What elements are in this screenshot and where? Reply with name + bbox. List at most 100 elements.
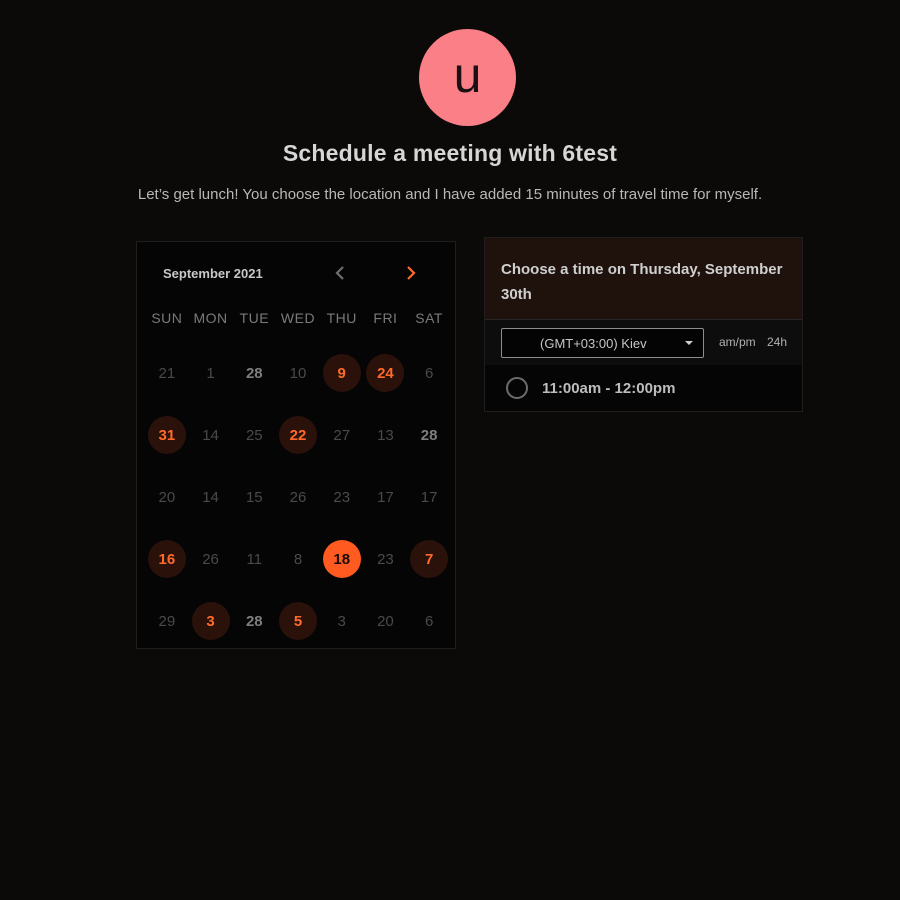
radio-button[interactable] [506,377,528,399]
calendar-day-number: 28 [245,612,263,630]
calendar-day: 28 [407,404,451,466]
calendar-day: 3 [320,590,364,652]
format-24h-toggle[interactable]: 24h [767,335,787,349]
calendar-day-number: 17 [377,488,394,506]
calendar-day-number: 28 [245,364,263,382]
calendar-day-number: 22 [278,416,317,454]
calendar-day-number: 14 [202,426,219,444]
calendar-day-number: 18 [322,540,361,578]
calendar-day-number: 23 [333,488,351,506]
calendar-day-number: 29 [158,612,176,630]
weekday-label: FRI [373,310,398,326]
calendar-day: 21 [145,342,189,404]
calendar-day[interactable]: 3 [189,590,233,652]
timezone-row: (GMT+03:00) Kiev am/pm 24h [485,319,802,365]
calendar-day: 20 [364,590,408,652]
calendar-day: 25 [232,404,276,466]
calendar-day-number: 13 [377,426,394,444]
calendar-day-number: 9 [322,354,361,392]
calendar-day: 26 [276,466,320,528]
calendar-day-number: 23 [377,550,394,568]
calendar-day: 26 [189,528,233,590]
calendar-day-number: 20 [158,488,176,506]
time-panel-heading: Choose a time on Thursday, September 30t… [485,238,802,319]
calendar-day-number: 6 [424,612,434,630]
time-selection-panel: Choose a time on Thursday, September 30t… [484,237,803,412]
calendar-day: 29 [145,590,189,652]
weekday-header: SUN MON TUE WED THU FRI SAT [145,310,451,326]
format-ampm-toggle[interactable]: am/pm [719,335,756,349]
calendar-day[interactable]: 22 [276,404,320,466]
page-title: Schedule a meeting with 6test [282,140,618,166]
weekday-label: SAT [415,310,443,326]
calendar-day: 23 [364,528,408,590]
calendar-day: 13 [364,404,408,466]
page-description: Let’s get lunch! You choose the location… [137,186,763,203]
calendar-day-number: 17 [420,488,438,506]
next-month-button[interactable] [400,262,422,284]
chevron-right-icon [407,266,416,280]
calendar-day: 20 [145,466,189,528]
weekday-label: MON [193,310,228,326]
calendar-day-number: 10 [289,364,307,382]
calendar-day[interactable]: 7 [407,528,451,590]
prev-month-button[interactable] [329,262,351,284]
caret-down-icon [685,341,693,345]
calendar-day: 11 [232,528,276,590]
calendar-day-number: 5 [278,602,317,640]
avatar-letter: u [453,46,482,103]
calendar-day-number: 15 [245,488,263,506]
weekday-label: SUN [151,310,183,326]
calendar-day: 6 [407,590,451,652]
calendar-month-label: September 2021 [163,266,263,281]
calendar-day[interactable]: 31 [145,404,189,466]
calendar: September 2021 SUN MON TUE WED THU FRI S… [136,241,456,649]
calendar-day-number: 16 [147,540,186,578]
calendar-day[interactable]: 24 [364,342,408,404]
calendar-day: 10 [276,342,320,404]
calendar-day-number: 27 [333,426,351,444]
calendar-day: 23 [320,466,364,528]
calendar-day: 1 [189,342,233,404]
calendar-day-number: 11 [246,550,263,568]
calendar-day[interactable]: 5 [276,590,320,652]
calendar-day-number: 25 [245,426,263,444]
calendar-day-number: 6 [424,364,434,382]
calendar-day-number: 21 [158,364,176,382]
calendar-day-number: 26 [289,488,307,506]
calendar-day-grid: 21 1 28 10 9 24 6 31 14 25 22 27 13 28 20 14 15 26 23 17 17 1… [145,342,451,642]
calendar-day-number: 7 [410,540,449,578]
calendar-day: 14 [189,404,233,466]
calendar-day-number: 20 [377,612,394,630]
calendar-day-number: 31 [147,416,186,454]
time-slot-label: 11:00am - 12:00pm [542,379,676,397]
weekday-label: WED [280,310,316,326]
timezone-value: (GMT+03:00) Kiev [540,335,647,351]
calendar-day: 15 [232,466,276,528]
chevron-left-icon [335,266,344,280]
timezone-select[interactable]: (GMT+03:00) Kiev [501,328,704,358]
calendar-day-number: 3 [191,602,230,640]
calendar-day-number: 28 [420,426,438,444]
calendar-day-number: 24 [366,354,405,392]
calendar-day: 14 [189,466,233,528]
calendar-day: 17 [407,466,451,528]
calendar-day[interactable]: 16 [145,528,189,590]
weekday-label: TUE [239,310,270,326]
weekday-label: THU [326,310,357,326]
calendar-day: 28 [232,342,276,404]
calendar-day[interactable]: 9 [320,342,364,404]
calendar-day-selected[interactable]: 18 [320,528,364,590]
calendar-day: 28 [232,590,276,652]
calendar-day-number: 26 [202,550,219,568]
calendar-day: 27 [320,404,364,466]
calendar-day: 6 [407,342,451,404]
calendar-day-number: 8 [293,550,303,568]
calendar-day-number: 1 [206,364,215,382]
avatar: u [419,29,516,126]
time-slot[interactable]: 11:00am - 12:00pm [485,365,802,411]
calendar-day-number: 14 [202,488,219,506]
calendar-day-number: 3 [337,612,346,630]
calendar-day: 17 [364,466,408,528]
calendar-day: 8 [276,528,320,590]
